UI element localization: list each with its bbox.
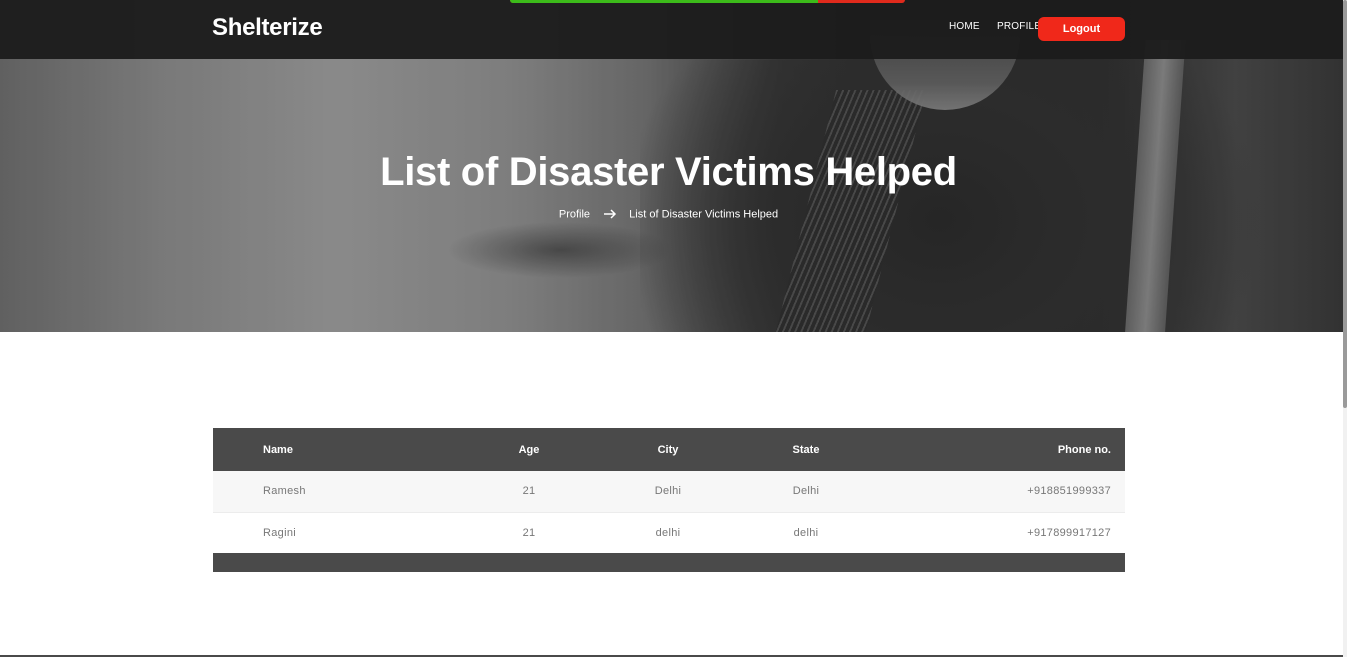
cell-name: Ramesh (263, 485, 306, 498)
cell-state: Delhi (792, 485, 820, 498)
page-progress-bar (510, 0, 905, 3)
table-header-row: Name Age City State Phone no. (213, 428, 1125, 471)
logout-button[interactable]: Logout (1038, 17, 1125, 41)
breadcrumb-current: List of Disaster Victims Helped (629, 208, 779, 221)
cell-city: Delhi (654, 485, 682, 498)
scrollbar-thumb[interactable] (1343, 0, 1347, 408)
column-header-city: City (657, 443, 679, 456)
brand-logo[interactable]: Shelterize (212, 14, 323, 42)
nav-profile-link[interactable]: PROFILE (997, 21, 1041, 32)
page-progress-fill (510, 0, 819, 3)
victims-table-container: Name Age City State Phone no. Ramesh 21 … (213, 428, 1125, 572)
arrow-right-icon (604, 207, 617, 222)
page-title: List of Disaster Victims Helped (380, 150, 957, 194)
victims-table: Name Age City State Phone no. Ramesh 21 … (213, 428, 1125, 553)
table-row: Ragini 21 delhi delhi +917899917127 (213, 512, 1125, 553)
cell-city: delhi (655, 526, 681, 539)
page-scrollbar[interactable] (1343, 0, 1347, 657)
table-row: Ramesh 21 Delhi Delhi +918851999337 (213, 471, 1125, 512)
cell-state: delhi (793, 526, 819, 539)
top-navbar: Shelterize HOME PROFILE Logout (0, 0, 1343, 59)
column-header-phone: Phone no. (1057, 443, 1111, 456)
cell-age: 21 (522, 485, 536, 498)
cell-phone: +918851999337 (1027, 485, 1111, 498)
column-header-name: Name (263, 443, 293, 456)
cell-name: Ragini (263, 526, 296, 539)
cell-phone: +917899917127 (1027, 526, 1111, 539)
cell-age: 21 (522, 526, 536, 539)
nav-home-link[interactable]: HOME (949, 21, 980, 32)
column-header-state: State (792, 443, 820, 456)
breadcrumb: Profile List of Disaster Victims Helped (0, 207, 1337, 222)
breadcrumb-profile-link[interactable]: Profile (559, 209, 590, 221)
column-header-age: Age (518, 443, 540, 456)
arrow-right-icon-svg (604, 209, 617, 219)
